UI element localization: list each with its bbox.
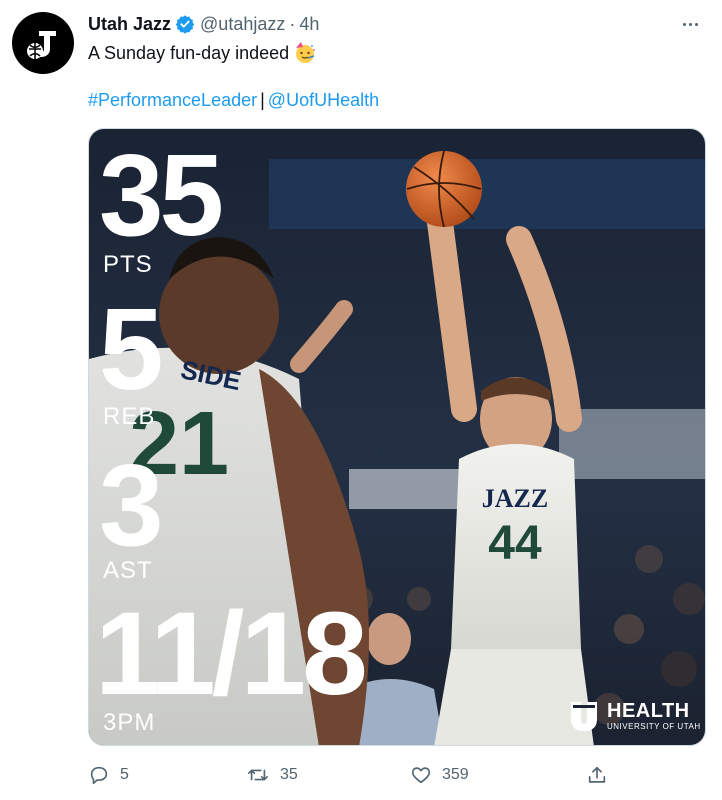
stat-assists-label: AST xyxy=(103,557,153,584)
author-name[interactable]: Utah Jazz xyxy=(88,14,171,35)
stat-points-value: 35 xyxy=(99,130,224,260)
sponsor-logo-text: HEALTH xyxy=(607,700,690,722)
share-button[interactable] xyxy=(586,760,608,790)
mention-link[interactable]: @UofUHealth xyxy=(268,90,379,110)
like-button[interactable]: 359 xyxy=(410,760,469,790)
tweet-text: A Sunday fun-day indeed xyxy=(88,41,317,65)
more-dot-icon xyxy=(682,22,686,26)
more-dot-icon xyxy=(688,22,692,26)
retweet-button[interactable]: 35 xyxy=(246,760,298,790)
reply-icon xyxy=(90,766,108,785)
tweet-timestamp[interactable]: 4h xyxy=(299,14,319,35)
more-dot-icon xyxy=(694,22,698,26)
reply-button[interactable]: 5 xyxy=(88,760,129,790)
stat-points-label: PTS xyxy=(103,251,153,278)
party-face-emoji-icon xyxy=(293,41,317,65)
tweet-media[interactable]: JAZZ 44 SIDE 21 35 PTS 5 REB 3 AST 11/18… xyxy=(88,128,706,746)
avatar[interactable] xyxy=(12,12,74,74)
jazz-jersey-number: 44 xyxy=(488,517,542,570)
stat-threes-value: 11/18 xyxy=(95,588,368,720)
tweet-body: A Sunday fun-day indeed xyxy=(88,42,290,63)
more-options-button[interactable] xyxy=(676,12,704,36)
tweet-links: #PerformanceLeader | @UofUHealth xyxy=(88,90,379,111)
retweet-icon xyxy=(248,769,268,781)
tweet-actions: 5 35 359 xyxy=(88,760,608,790)
share-icon xyxy=(588,766,606,783)
reply-count: 5 xyxy=(120,766,129,783)
like-count: 359 xyxy=(442,766,469,783)
stat-threes-label: 3PM xyxy=(103,709,156,736)
jazz-note-logo-icon xyxy=(27,31,56,59)
stat-rebounds-value: 5 xyxy=(99,284,163,414)
uofu-health-logo: HEALTH UNIVERSITY OF UTAH xyxy=(567,699,701,733)
stat-assists-value: 3 xyxy=(99,440,163,570)
university-u-icon xyxy=(571,702,597,731)
jazz-jersey-wordmark: JAZZ xyxy=(482,484,548,513)
hashtag-link[interactable]: #PerformanceLeader xyxy=(88,90,257,110)
sponsor-logo-subtext: UNIVERSITY OF UTAH xyxy=(607,722,701,731)
stat-rebounds-label: REB xyxy=(103,403,156,430)
tweet-header: Utah Jazz @utahjazz · 4h xyxy=(88,12,319,36)
author-handle[interactable]: @utahjazz xyxy=(200,14,285,35)
verified-badge-icon xyxy=(175,14,195,34)
header-separator: · xyxy=(289,13,296,34)
retweet-count: 35 xyxy=(280,766,298,783)
heart-icon xyxy=(411,767,431,784)
link-separator: | xyxy=(260,90,265,110)
